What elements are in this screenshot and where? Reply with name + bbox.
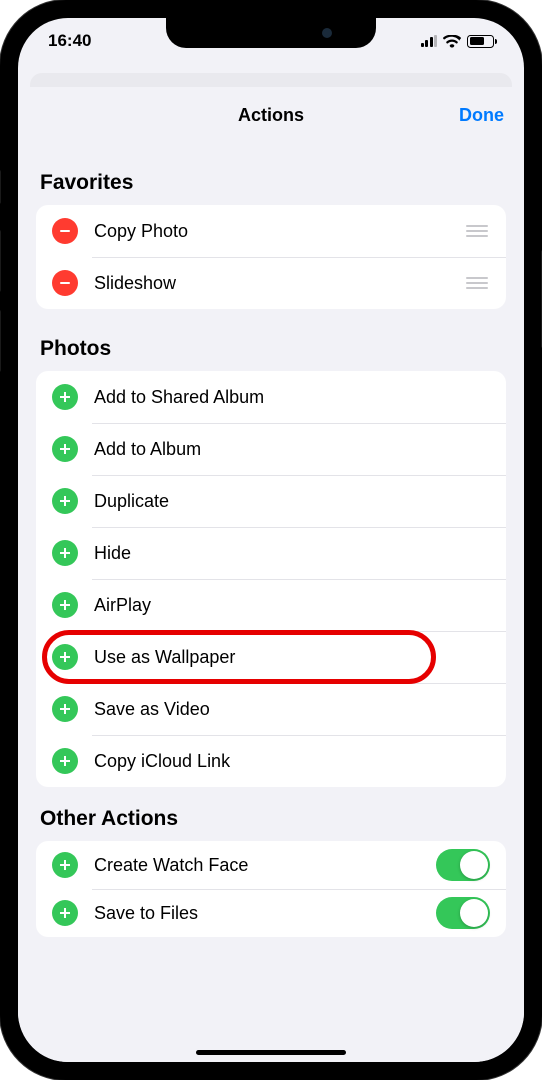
actions-sheet: Actions Done Favorites Copy Photo (18, 87, 524, 1062)
done-button[interactable]: Done (459, 105, 504, 126)
add-icon[interactable] (52, 384, 78, 410)
favorites-row-copy-photo[interactable]: Copy Photo (36, 205, 506, 257)
row-label: Duplicate (94, 491, 490, 512)
add-icon[interactable] (52, 748, 78, 774)
row-label: Hide (94, 543, 490, 564)
row-label: Add to Shared Album (94, 387, 490, 408)
add-icon[interactable] (52, 900, 78, 926)
row-label: Use as Wallpaper (94, 647, 490, 668)
row-label: AirPlay (94, 595, 490, 616)
notch (166, 18, 376, 48)
photos-header: Photos (18, 309, 524, 371)
reorder-handle-icon[interactable] (466, 277, 490, 289)
favorites-list: Copy Photo Slideshow (36, 205, 506, 309)
photos-row-use-as-wallpaper[interactable]: Use as Wallpaper (36, 631, 506, 683)
other-row-create-watch-face[interactable]: Create Watch Face (36, 841, 506, 889)
front-camera (322, 28, 332, 38)
other-actions-header: Other Actions (18, 787, 524, 841)
add-icon[interactable] (52, 488, 78, 514)
favorites-row-slideshow[interactable]: Slideshow (36, 257, 506, 309)
status-time: 16:40 (48, 31, 91, 51)
scroll-body[interactable]: Favorites Copy Photo (18, 143, 524, 1062)
other-row-save-to-files[interactable]: Save to Files (36, 889, 506, 937)
row-label: Create Watch Face (94, 855, 436, 876)
photos-row-save-as-video[interactable]: Save as Video (36, 683, 506, 735)
add-icon[interactable] (52, 592, 78, 618)
screen: 16:40 Actions Done Favorites (18, 18, 524, 1062)
toggle-switch[interactable] (436, 897, 490, 929)
row-label: Save to Files (94, 903, 436, 924)
volume-up-button (0, 230, 1, 292)
photos-row-add-shared-album[interactable]: Add to Shared Album (36, 371, 506, 423)
photos-row-duplicate[interactable]: Duplicate (36, 475, 506, 527)
home-indicator[interactable] (196, 1050, 346, 1055)
background-card (30, 73, 512, 87)
toggle-switch[interactable] (436, 849, 490, 881)
reorder-handle-icon[interactable] (466, 225, 490, 237)
content-area: Actions Done Favorites Copy Photo (18, 18, 524, 1062)
add-icon[interactable] (52, 644, 78, 670)
status-right (421, 35, 495, 48)
mute-switch (0, 170, 1, 204)
row-label: Save as Video (94, 699, 490, 720)
row-label: Slideshow (94, 273, 466, 294)
battery-icon (467, 35, 494, 48)
photos-row-add-album[interactable]: Add to Album (36, 423, 506, 475)
wifi-icon (443, 35, 461, 48)
remove-icon[interactable] (52, 218, 78, 244)
favorites-header: Favorites (18, 143, 524, 205)
photos-row-airplay[interactable]: AirPlay (36, 579, 506, 631)
nav-title: Actions (238, 105, 304, 126)
add-icon[interactable] (52, 436, 78, 462)
row-label: Add to Album (94, 439, 490, 460)
row-label: Copy Photo (94, 221, 466, 242)
photos-list: Add to Shared Album Add to Album Duplica… (36, 371, 506, 787)
row-label: Copy iCloud Link (94, 751, 490, 772)
cellular-signal-icon (421, 35, 438, 47)
add-icon[interactable] (52, 540, 78, 566)
photos-row-copy-icloud-link[interactable]: Copy iCloud Link (36, 735, 506, 787)
remove-icon[interactable] (52, 270, 78, 296)
iphone-device-frame: 16:40 Actions Done Favorites (0, 0, 542, 1080)
photos-row-hide[interactable]: Hide (36, 527, 506, 579)
add-icon[interactable] (52, 852, 78, 878)
add-icon[interactable] (52, 696, 78, 722)
volume-down-button (0, 310, 1, 372)
other-actions-list: Create Watch Face Save to Files (36, 841, 506, 937)
nav-bar: Actions Done (18, 87, 524, 143)
